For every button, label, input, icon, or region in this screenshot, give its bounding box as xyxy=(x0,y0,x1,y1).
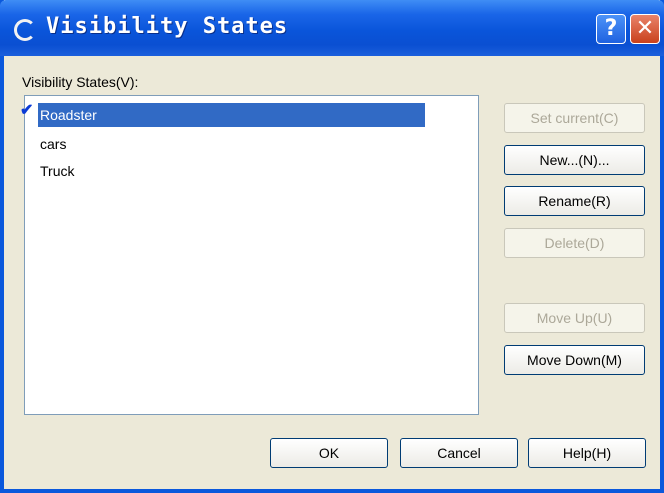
visibility-states-list[interactable] xyxy=(24,95,479,415)
app-logo-icon xyxy=(14,19,36,41)
help-button[interactable]: Help(H) xyxy=(528,438,646,468)
delete-button[interactable]: Delete(D) xyxy=(504,228,645,258)
list-item-cars[interactable]: cars xyxy=(38,132,66,156)
set-current-button[interactable]: Set current(C) xyxy=(504,103,645,133)
list-item-truck[interactable]: Truck xyxy=(38,159,74,183)
move-up-button[interactable]: Move Up(U) xyxy=(504,303,645,333)
help-icon[interactable]: ? xyxy=(596,14,626,44)
ok-button[interactable]: OK xyxy=(270,438,388,468)
new-button[interactable]: New...(N)... xyxy=(504,145,645,175)
rename-button[interactable]: Rename(R) xyxy=(504,186,645,216)
visibility-states-label: Visibility States(V): xyxy=(22,74,139,90)
current-check-icon: ✔ xyxy=(20,102,34,119)
title-bar[interactable]: Visibility States ? ✕ xyxy=(0,0,664,56)
close-icon[interactable]: ✕ xyxy=(630,14,660,44)
move-down-button[interactable]: Move Down(M) xyxy=(504,345,645,375)
list-item-roadster[interactable]: Roadster xyxy=(38,103,425,127)
window-title: Visibility States xyxy=(46,14,289,39)
cancel-button[interactable]: Cancel xyxy=(400,438,518,468)
